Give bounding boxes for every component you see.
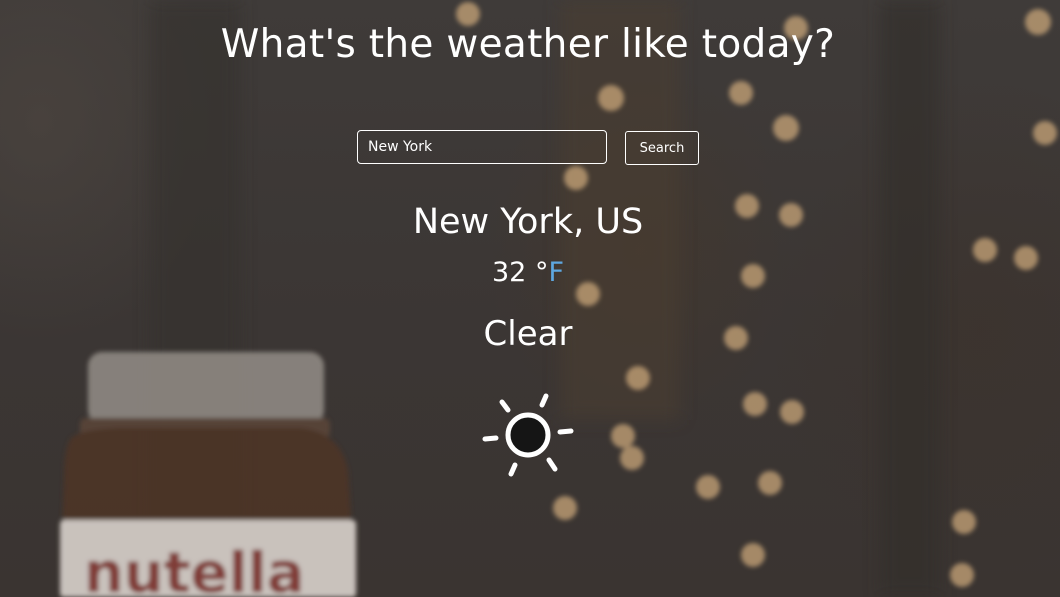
weather-condition: Clear — [483, 314, 573, 354]
bokeh-lights: nutella — [60, 0, 1057, 597]
temperature-value: 32 — [492, 257, 527, 288]
search-button[interactable]: Search — [625, 131, 699, 165]
temperature-display: 32 °F — [0, 257, 1056, 288]
jar: nutella — [60, 352, 356, 597]
svg-text:nutella: nutella — [84, 541, 305, 597]
location-name: New York, US — [412, 202, 644, 242]
background-photo: nutella — [0, 0, 1060, 597]
search-input[interactable] — [357, 130, 607, 164]
page-title: What's the weather like today? — [220, 22, 836, 67]
degree-symbol: ° — [534, 257, 549, 288]
temperature-unit-toggle[interactable]: F — [548, 257, 564, 288]
sun-icon — [482, 392, 574, 478]
